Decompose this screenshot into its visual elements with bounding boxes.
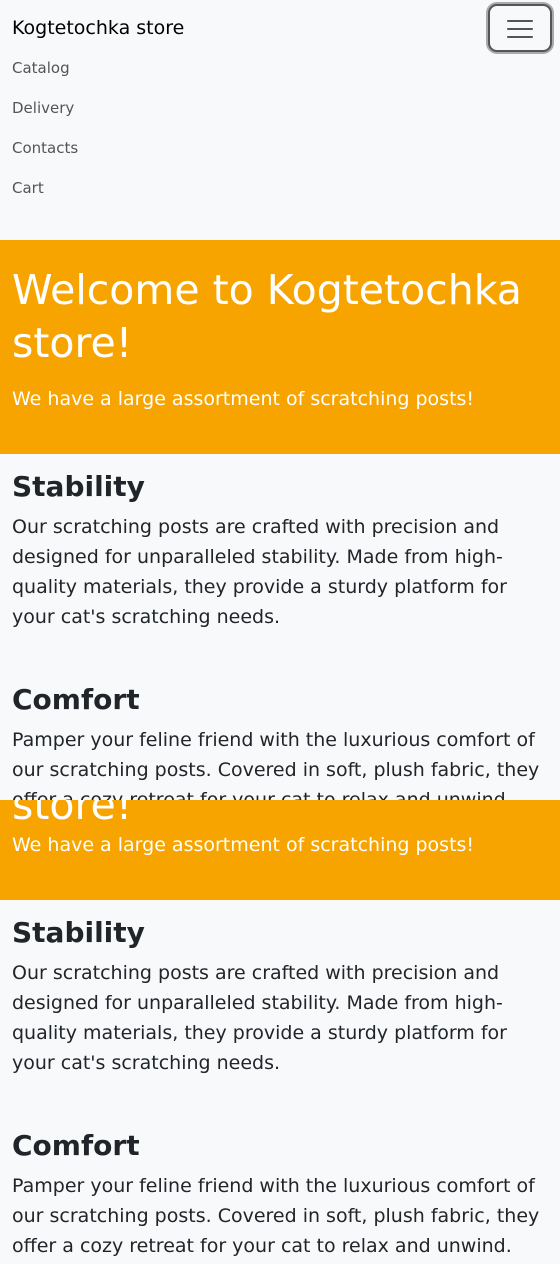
feature-title: Comfort <box>12 683 140 716</box>
hero-lead: We have a large assortment of scratching… <box>12 834 475 856</box>
nav-item-contacts: Contacts <box>12 136 78 176</box>
nav-link-delivery[interactable]: Delivery <box>12 99 74 117</box>
hero-banner-repeat: store! We have a large assortment of scr… <box>0 800 560 900</box>
feature-stability-repeat: Stability Our scratching posts are craft… <box>12 916 548 1078</box>
navbar-toggler-button[interactable] <box>488 4 552 52</box>
hamburger-menu-icon <box>507 36 533 38</box>
hamburger-menu-icon <box>507 20 533 22</box>
hero-lead: We have a large assortment of scratching… <box>12 388 475 410</box>
feature-title: Stability <box>12 916 145 949</box>
nav-item-delivery: Delivery <box>12 96 78 136</box>
nav-item-cart: Cart <box>12 176 78 216</box>
nav-link-contacts[interactable]: Contacts <box>12 139 78 157</box>
feature-title: Stability <box>12 470 145 503</box>
brand-link[interactable]: Kogtetochka store <box>12 16 184 40</box>
navbar: Kogtetochka store Catalog Delivery Conta… <box>0 0 560 216</box>
nav-item-catalog: Catalog <box>12 56 78 96</box>
nav-menu: Catalog Delivery Contacts Cart <box>12 56 78 216</box>
feature-comfort-repeat: Comfort Pamper your feline friend with t… <box>12 1129 548 1261</box>
hero-title-fragment: store! <box>12 800 133 829</box>
hero-title: Welcome to Kogtetochka store! <box>12 266 522 367</box>
feature-stability: Stability Our scratching posts are craft… <box>12 470 548 632</box>
nav-link-catalog[interactable]: Catalog <box>12 59 70 77</box>
feature-title: Comfort <box>12 1129 140 1162</box>
hamburger-menu-icon <box>507 28 533 30</box>
hero-banner: Welcome to Kogtetochka store! We have a … <box>0 240 560 454</box>
nav-link-cart[interactable]: Cart <box>12 179 44 197</box>
feature-text: Pamper your feline friend with the luxur… <box>12 1175 540 1257</box>
feature-text: Our scratching posts are crafted with pr… <box>12 516 507 628</box>
feature-text: Our scratching posts are crafted with pr… <box>12 962 507 1074</box>
